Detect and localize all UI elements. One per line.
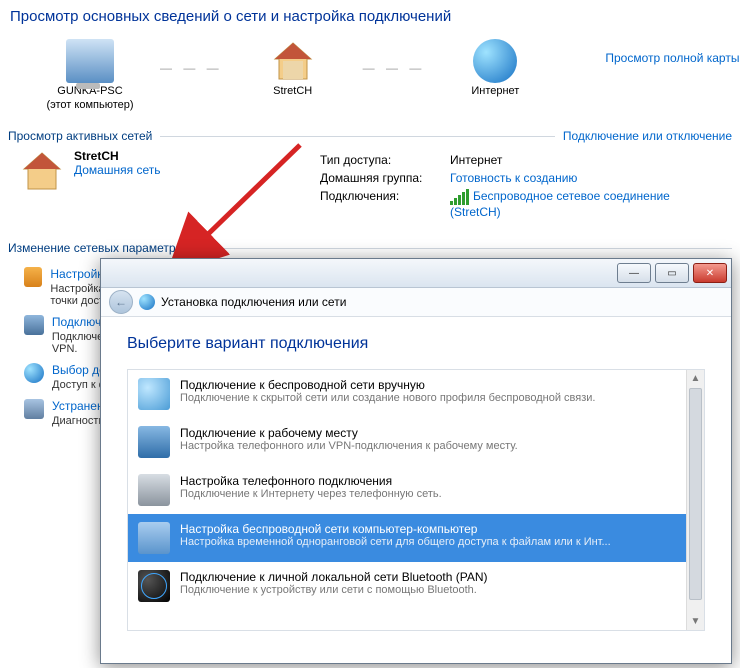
scrollbar[interactable]: ▲ ▼ xyxy=(686,370,704,630)
wizard-titlebar[interactable]: — ▭ ✕ xyxy=(101,259,731,288)
section-header-change: Изменение сетевых параметров xyxy=(8,241,732,255)
back-button[interactable]: ← xyxy=(109,290,133,314)
option-desc: Подключение к скрытой сети или создание … xyxy=(180,392,595,404)
router-icon xyxy=(271,39,315,83)
connect-network-icon xyxy=(24,315,44,335)
section-active-label: Просмотр активных сетей xyxy=(8,129,152,143)
close-button[interactable]: ✕ xyxy=(693,263,727,283)
option-desc: Подключение к устройству или сети с помо… xyxy=(180,584,488,596)
connector-dots-2: — — — xyxy=(363,61,426,75)
connector-dots: — — — xyxy=(160,61,223,75)
kv-homegroup-val[interactable]: Готовность к созданию xyxy=(450,171,720,185)
option-title: Подключение к личной локальной сети Blue… xyxy=(180,570,488,584)
bluetooth-icon xyxy=(138,570,170,602)
node-router-name: StretCH xyxy=(273,85,312,97)
wizard-window: — ▭ ✕ ← Установка подключения или сети В… xyxy=(100,258,732,664)
page-title: Просмотр основных сведений о сети и наст… xyxy=(0,0,740,39)
minimize-button[interactable]: — xyxy=(617,263,651,283)
node-this-pc: GUNKA-PSC (этот компьютер) xyxy=(30,39,150,111)
scroll-thumb[interactable] xyxy=(689,388,702,600)
globe-icon xyxy=(473,39,517,83)
full-map-link[interactable]: Просмотр полной карты xyxy=(605,51,739,65)
homegroup-icon xyxy=(24,363,44,383)
node-pc-sub: (этот компьютер) xyxy=(46,99,133,111)
troubleshoot-icon xyxy=(24,399,44,419)
option-title: Подключение к рабочему месту xyxy=(180,426,518,440)
option-desc: Настройка телефонного или VPN-подключени… xyxy=(180,440,518,452)
network-map: GUNKA-PSC (этот компьютер) — — — StretCH… xyxy=(0,39,740,111)
option-desc: Настройка временной одноранговой сети дл… xyxy=(180,536,611,548)
kv-access-val: Интернет xyxy=(450,153,720,167)
active-network-block: StretCH Домашняя сеть Тип доступа:Интерн… xyxy=(0,149,740,223)
kv-conn-key: Подключения: xyxy=(320,189,450,219)
option-manual-wifi[interactable]: Подключение к беспроводной сети вручнуюП… xyxy=(128,370,704,418)
option-dialup[interactable]: Настройка телефонного подключенияПодключ… xyxy=(128,466,704,514)
kv-access-key: Тип доступа: xyxy=(320,153,450,167)
maximize-button[interactable]: ▭ xyxy=(655,263,689,283)
wizard-heading: Выберите вариант подключения xyxy=(127,335,705,353)
section-change-label: Изменение сетевых параметров xyxy=(8,241,189,255)
option-title: Подключение к беспроводной сети вручную xyxy=(180,378,595,392)
new-connection-icon xyxy=(24,267,42,287)
scroll-down-icon[interactable]: ▼ xyxy=(687,613,704,630)
wizard-title: Установка подключения или сети xyxy=(161,295,346,309)
node-internet-name: Интернет xyxy=(471,85,519,97)
signal-bars-icon xyxy=(450,189,469,205)
workplace-icon xyxy=(138,426,170,458)
scroll-up-icon[interactable]: ▲ xyxy=(687,370,704,387)
option-bluetooth[interactable]: Подключение к личной локальной сети Blue… xyxy=(128,562,704,610)
option-workplace[interactable]: Подключение к рабочему местуНастройка те… xyxy=(128,418,704,466)
house-icon xyxy=(20,149,64,193)
kv-homegroup-key: Домашняя группа: xyxy=(320,171,450,185)
divider-2 xyxy=(197,248,732,249)
wizard-icon xyxy=(139,294,155,310)
computer-icon xyxy=(66,39,114,83)
connect-disconnect-link[interactable]: Подключение или отключение xyxy=(563,129,732,143)
active-network-right: Тип доступа:Интернет Домашняя группа:Гот… xyxy=(320,149,720,223)
option-title: Настройка беспроводной сети компьютер-ко… xyxy=(180,522,611,536)
phone-icon xyxy=(138,474,170,506)
wizard-subheader: ← Установка подключения или сети xyxy=(101,288,731,317)
wifi-icon xyxy=(138,378,170,410)
option-title: Настройка телефонного подключения xyxy=(180,474,442,488)
options-list: Подключение к беспроводной сети вручнуюП… xyxy=(127,369,705,631)
divider xyxy=(160,136,555,137)
network-type-link[interactable]: Домашняя сеть xyxy=(74,163,160,177)
option-adhoc[interactable]: Настройка беспроводной сети компьютер-ко… xyxy=(128,514,704,562)
node-router: StretCH xyxy=(233,39,353,97)
adhoc-icon xyxy=(138,522,170,554)
kv-conn-val: Беспроводное сетевое соединение (StretCH… xyxy=(450,189,720,219)
option-desc: Подключение к Интернету через телефонную… xyxy=(180,488,442,500)
active-network-name: StretCH xyxy=(74,149,160,163)
connection-link[interactable]: Беспроводное сетевое соединение (StretCH… xyxy=(450,189,670,219)
node-internet: Интернет xyxy=(435,39,555,97)
section-header-active: Просмотр активных сетей Подключение или … xyxy=(8,129,732,143)
active-network-left: StretCH Домашняя сеть xyxy=(20,149,320,223)
